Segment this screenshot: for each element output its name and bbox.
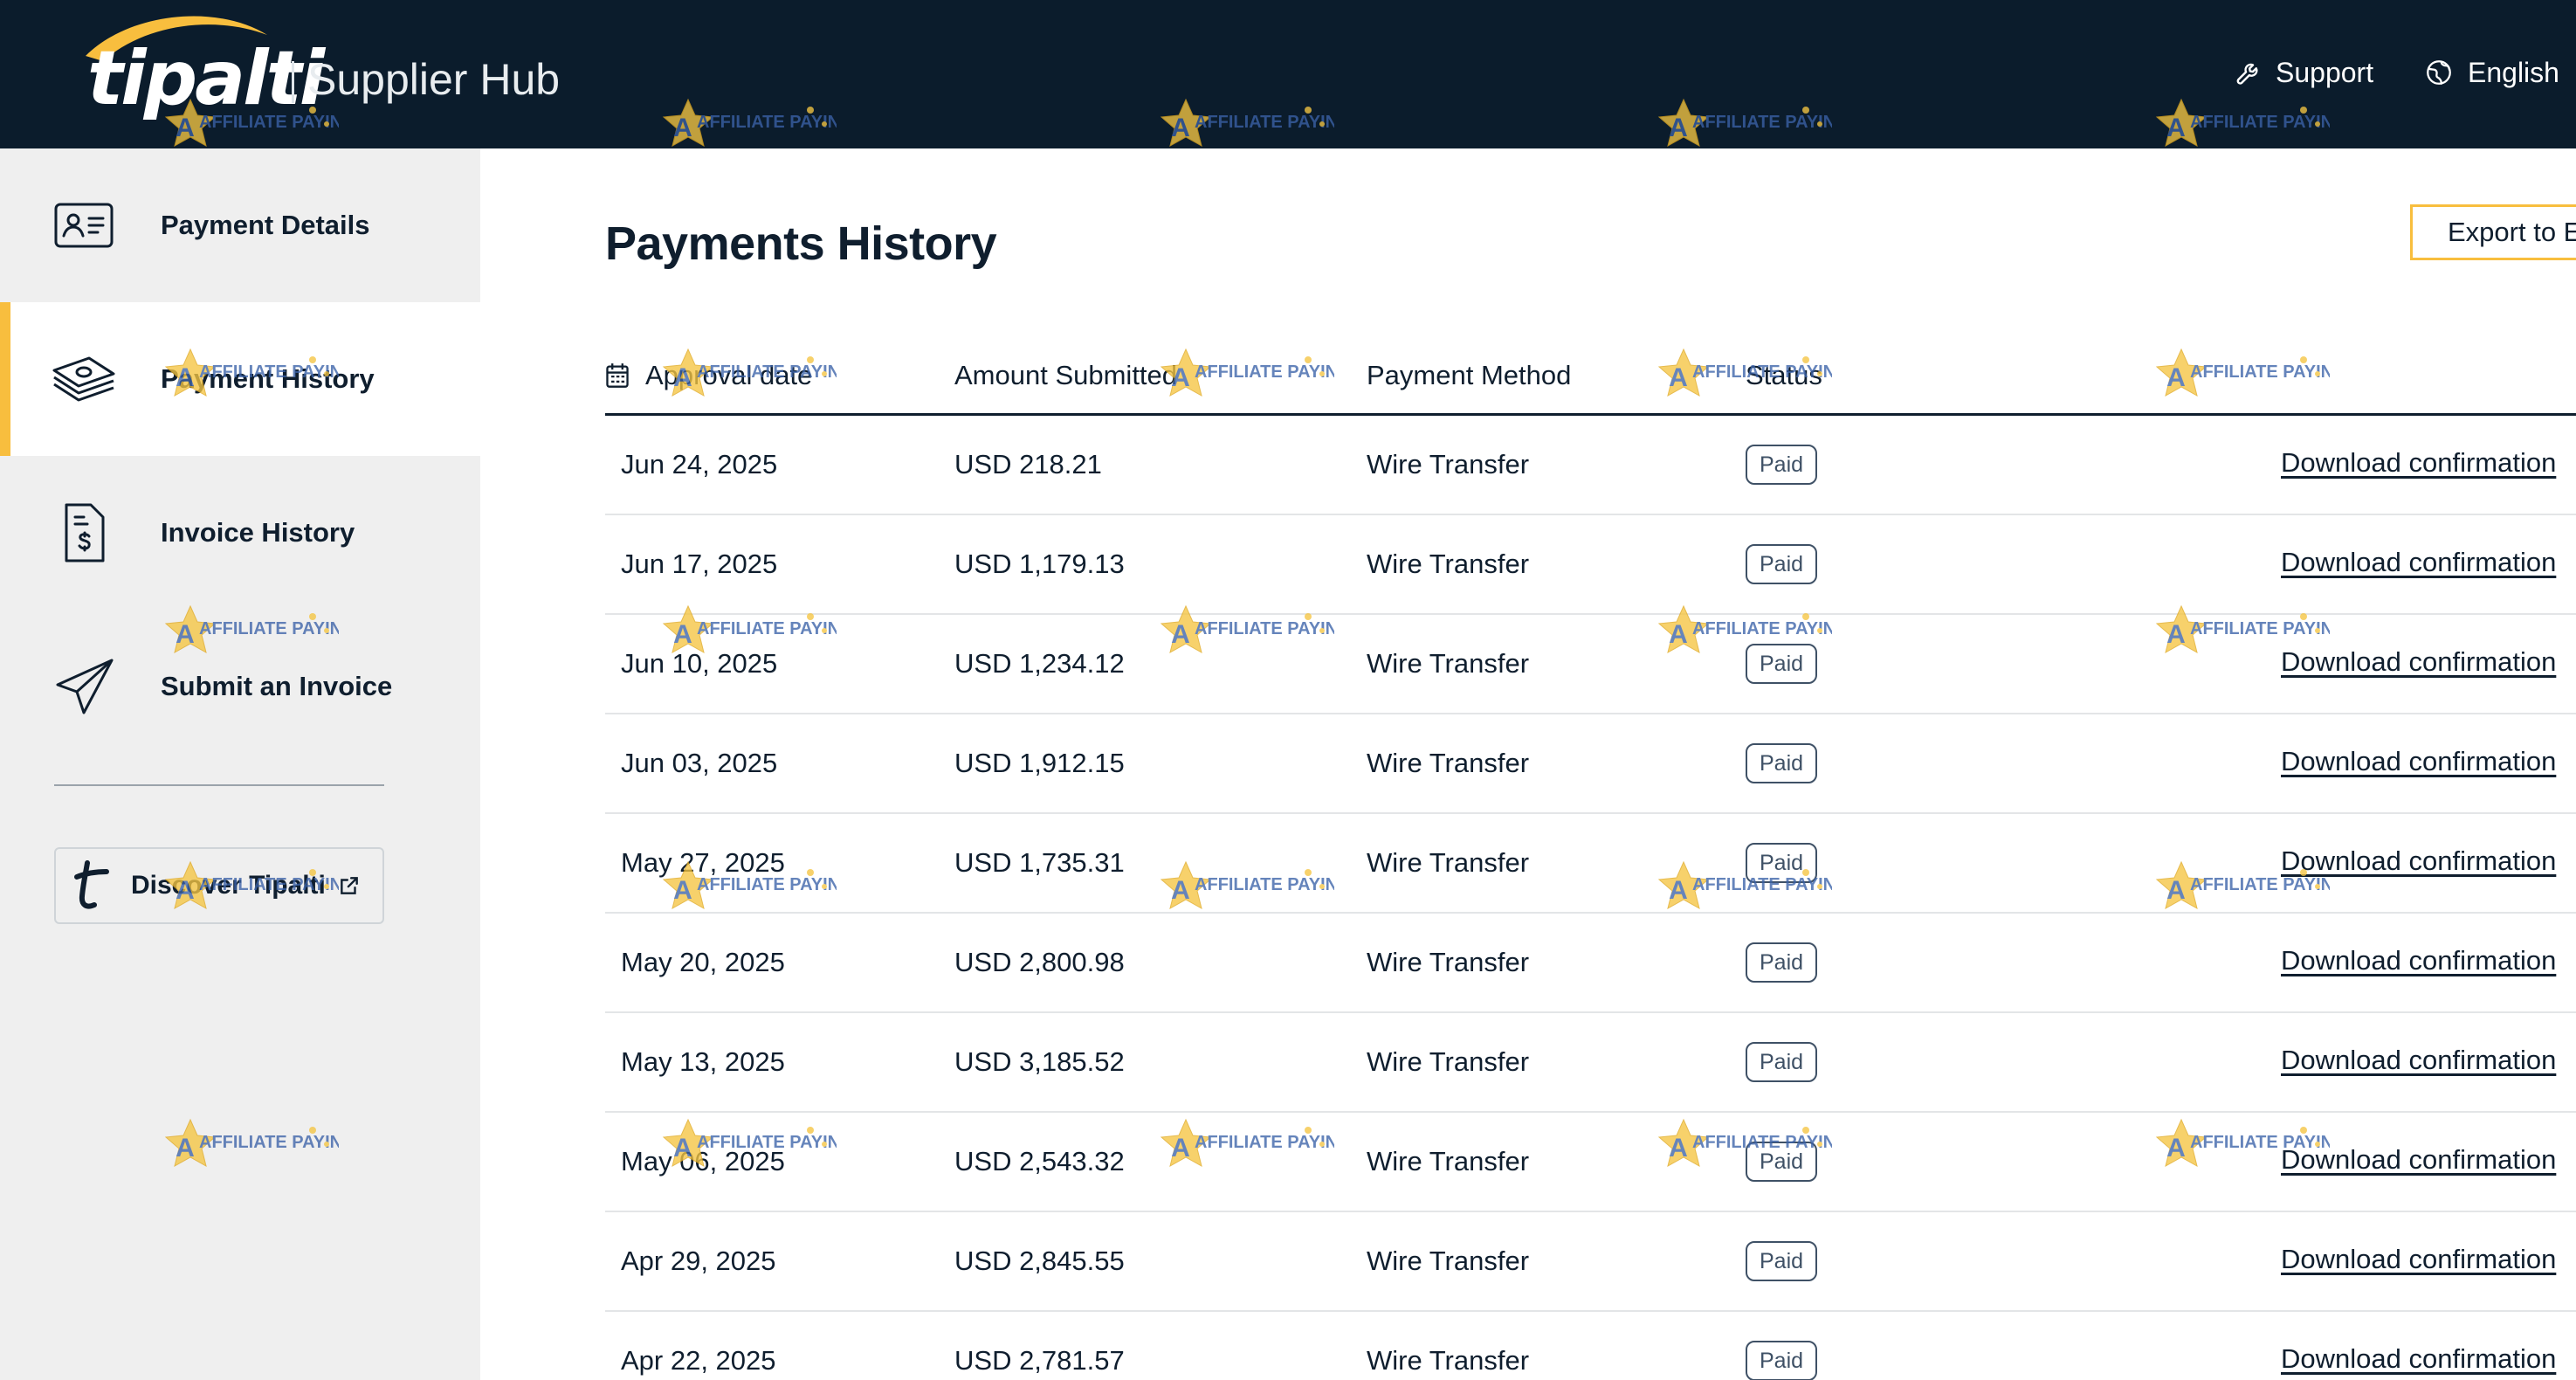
table-row: Jun 03, 2025 USD 1,912.15 Wire Transfer Pai… — [605, 714, 2576, 814]
calendar-icon — [606, 363, 629, 388]
download-confirmation-link[interactable]: Download confirmation — [2281, 945, 2556, 976]
status-badge: Paid — [1746, 544, 1818, 584]
support-link[interactable]: Support — [2234, 51, 2373, 94]
discover-tipalti-button[interactable]: Discover Tipalti — [54, 847, 384, 924]
export-button[interactable]: Export to E — [2410, 204, 2576, 260]
payment-method-cell: Wire Transfer — [1367, 549, 1530, 579]
sidebar-item-payment-details[interactable]: Payment Details — [0, 148, 480, 302]
approval-date-cell: May 13, 2025 — [621, 1046, 785, 1077]
status-badge: Paid — [1746, 1241, 1818, 1281]
status-badge: Paid — [1746, 1142, 1818, 1182]
amount-cell: USD 218.21 — [954, 449, 1102, 480]
sidebar-item-submit-invoice[interactable]: Submit an Invoice — [0, 610, 480, 763]
language-selector[interactable]: English — [2424, 51, 2576, 94]
payment-method-cell: Wire Transfer — [1367, 1345, 1530, 1376]
status-badge: Paid — [1746, 644, 1818, 684]
globe-icon — [2427, 60, 2451, 85]
table-row: May 06, 2025 USD 2,543.32 Wire Transfer Pai… — [605, 1113, 2576, 1212]
amount-cell: USD 2,800.98 — [954, 947, 1125, 977]
support-label: Support — [2276, 56, 2374, 88]
status-badge: Paid — [1746, 1042, 1818, 1082]
money-stack-icon — [52, 356, 115, 402]
payment-method-cell: Wire Transfer — [1367, 1245, 1530, 1276]
approval-date-cell: Jun 10, 2025 — [621, 648, 778, 679]
status-badge: Paid — [1746, 942, 1818, 983]
download-confirmation-link[interactable]: Download confirmation — [2281, 845, 2556, 877]
column-header-status[interactable]: Status — [1746, 360, 1822, 391]
download-confirmation-link[interactable]: Download confirmation — [2281, 1045, 2556, 1076]
payment-method-cell: Wire Transfer — [1367, 648, 1530, 679]
download-confirmation-link[interactable]: Download confirmation — [2281, 547, 2556, 578]
external-link-icon — [341, 877, 358, 894]
payments-table: Approval date Amount Submitted Payment M… — [605, 341, 2576, 1380]
download-confirmation-link[interactable]: Download confirmation — [2281, 746, 2556, 777]
payment-method-cell: Wire Transfer — [1367, 1146, 1530, 1176]
page-title: Payments History — [605, 217, 997, 270]
approval-date-cell: Jun 17, 2025 — [621, 549, 778, 579]
approval-date-cell: May 27, 2025 — [621, 847, 785, 878]
table-row: May 20, 2025 USD 2,800.98 Wire Transfer Pai… — [605, 914, 2576, 1013]
download-confirmation-link[interactable]: Download confirmation — [2281, 646, 2556, 678]
approval-date-cell: May 20, 2025 — [621, 947, 785, 977]
table-row: Jun 24, 2025 USD 218.21 Wire Transfer Paid D… — [605, 416, 2576, 515]
status-badge: Paid — [1746, 1341, 1818, 1380]
tipalti-logo[interactable]: tipalti — [87, 35, 325, 122]
sidebar-item-label: Invoice History — [161, 517, 355, 548]
payment-method-cell: Wire Transfer — [1367, 748, 1530, 778]
table-body: Jun 24, 2025 USD 218.21 Wire Transfer Paid D… — [605, 416, 2576, 1380]
approval-date-cell: Apr 29, 2025 — [621, 1245, 776, 1276]
status-badge: Paid — [1746, 843, 1818, 883]
download-confirmation-link[interactable]: Download confirmation — [2281, 1244, 2556, 1275]
status-badge: Paid — [1746, 445, 1818, 485]
table-row: Apr 22, 2025 USD 2,781.57 Wire Transfer Pai… — [605, 1312, 2576, 1380]
language-label: English — [2468, 56, 2559, 88]
amount-cell: USD 2,781.57 — [954, 1345, 1125, 1376]
sidebar-item-label: Payment History — [161, 363, 375, 394]
sidebar-item-label: Submit an Invoice — [161, 671, 393, 701]
payment-method-cell: Wire Transfer — [1367, 449, 1530, 480]
amount-cell: USD 2,543.32 — [954, 1146, 1125, 1176]
top-header: tipalti Supplier Hub Support English — [0, 0, 2576, 148]
paper-plane-icon — [56, 659, 114, 714]
id-card-icon — [54, 203, 114, 248]
payment-method-cell: Wire Transfer — [1367, 947, 1530, 977]
download-confirmation-link[interactable]: Download confirmation — [2281, 1343, 2556, 1375]
amount-cell: USD 2,845.55 — [954, 1245, 1125, 1276]
table-row: Jun 17, 2025 USD 1,179.13 Wire Transfer Pai… — [605, 515, 2576, 615]
amount-cell: USD 1,735.31 — [954, 847, 1125, 878]
table-row: Apr 29, 2025 USD 2,845.55 Wire Transfer Pai… — [605, 1212, 2576, 1312]
approval-date-cell: Apr 22, 2025 — [621, 1345, 776, 1376]
table-header: Approval date Amount Submitted Payment M… — [605, 341, 2576, 416]
amount-cell: USD 1,912.15 — [954, 748, 1125, 778]
amount-cell: USD 3,185.52 — [954, 1046, 1125, 1077]
status-badge: Paid — [1746, 743, 1818, 783]
approval-date-cell: May 06, 2025 — [621, 1146, 785, 1176]
invoice-dollar-icon — [65, 503, 105, 562]
table-row: May 13, 2025 USD 3,185.52 Wire Transfer Pai… — [605, 1013, 2576, 1113]
logo-divider — [292, 61, 294, 103]
table-row: May 27, 2025 USD 1,735.31 Wire Transfer Pai… — [605, 814, 2576, 914]
sidebar-divider — [54, 784, 384, 786]
column-label: Approval date — [645, 360, 813, 390]
column-header-amount[interactable]: Amount Submitted — [954, 360, 1177, 391]
wrench-icon — [2236, 63, 2258, 85]
sidebar-item-invoice-history[interactable]: Invoice History — [0, 456, 480, 610]
sidebar: Payment Details Payment History Invoice … — [0, 148, 480, 1380]
approval-date-cell: Jun 03, 2025 — [621, 748, 778, 778]
discover-label: Discover Tipalti — [131, 871, 326, 900]
column-header-approval-date[interactable]: Approval date — [605, 360, 812, 391]
amount-cell: USD 1,234.12 — [954, 648, 1125, 679]
payment-method-cell: Wire Transfer — [1367, 1046, 1530, 1077]
column-header-method[interactable]: Payment Method — [1367, 360, 1571, 391]
sidebar-item-payment-history[interactable]: Payment History — [0, 302, 480, 456]
download-confirmation-link[interactable]: Download confirmation — [2281, 447, 2556, 479]
sidebar-item-label: Payment Details — [161, 210, 370, 240]
payment-method-cell: Wire Transfer — [1367, 847, 1530, 878]
download-confirmation-link[interactable]: Download confirmation — [2281, 1144, 2556, 1176]
approval-date-cell: Jun 24, 2025 — [621, 449, 778, 480]
table-row: Jun 10, 2025 USD 1,234.12 Wire Transfer Pai… — [605, 615, 2576, 714]
amount-cell: USD 1,179.13 — [954, 549, 1125, 579]
hub-title: Supplier Hub — [307, 55, 561, 104]
tipalti-t-icon — [74, 860, 109, 909]
